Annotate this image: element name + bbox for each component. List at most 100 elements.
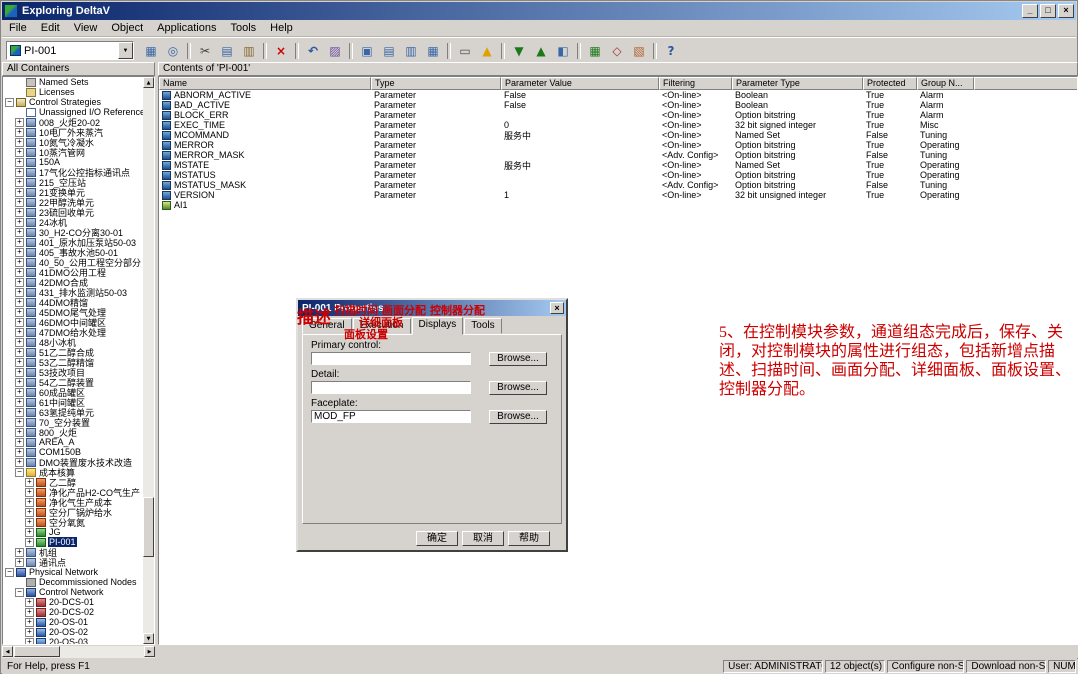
menu-object[interactable]: Object	[104, 21, 150, 35]
table-row[interactable]: MERRORParameter<On-line>Option bitstring…	[159, 140, 1077, 150]
tree-expander-icon[interactable]: +	[15, 558, 24, 567]
tree-item[interactable]: +20-OS-03	[3, 637, 143, 644]
scrollbar-thumb[interactable]	[143, 497, 154, 557]
tree-item[interactable]: +机组	[3, 547, 143, 557]
ok-button[interactable]: 确定	[416, 531, 458, 546]
tree-item[interactable]: Decommissioned Nodes	[3, 577, 143, 587]
tree-expander-icon[interactable]: +	[15, 238, 24, 247]
tree-expander-icon[interactable]: +	[15, 128, 24, 137]
tree-vertical-scrollbar[interactable]: ▲ ▼	[143, 77, 154, 644]
tree-expander-icon[interactable]: +	[25, 628, 34, 637]
scroll-up-icon[interactable]: ▲	[143, 77, 154, 88]
menu-help[interactable]: Help	[263, 21, 300, 35]
tree-expander-icon[interactable]: +	[15, 168, 24, 177]
tree-item[interactable]: +JG	[3, 527, 143, 537]
tree-expander-icon[interactable]: +	[15, 188, 24, 197]
field-input-faceplate[interactable]	[311, 410, 471, 423]
scroll-down-icon[interactable]: ▼	[143, 633, 154, 644]
column-header-type[interactable]: Type	[371, 77, 501, 90]
tree-expander-icon[interactable]: +	[15, 208, 24, 217]
tree-expander-icon[interactable]: +	[15, 388, 24, 397]
assign-icon[interactable]: ◧	[553, 42, 573, 60]
table-row[interactable]: MSTATUSParameter<On-line>Option bitstrin…	[159, 170, 1077, 180]
scrollbar-thumb[interactable]	[14, 646, 60, 657]
table-row[interactable]: VERSIONParameter1<On-line>32 bit unsigne…	[159, 190, 1077, 200]
tree-expander-icon[interactable]: +	[25, 498, 34, 507]
cancel-button[interactable]: 取消	[462, 531, 504, 546]
menu-file[interactable]: File	[2, 21, 34, 35]
delete-icon[interactable]: ×	[271, 42, 291, 60]
tree-item[interactable]: +23硫回收单元	[3, 207, 143, 217]
browse-button[interactable]: Browse...	[489, 381, 547, 395]
table-row[interactable]: MCOMMANDParameter服务中<On-line>Named SetFa…	[159, 130, 1077, 140]
tree-item[interactable]: +通讯点	[3, 557, 143, 567]
tree-expander-icon[interactable]: +	[15, 178, 24, 187]
tree-expander-icon[interactable]: +	[25, 598, 34, 607]
tree-expander-icon[interactable]: +	[15, 418, 24, 427]
column-header-parameter-type[interactable]: Parameter Type	[732, 77, 863, 90]
cut-icon[interactable]: ✂	[195, 42, 215, 60]
alarm-icon[interactable]: ▲	[477, 42, 497, 60]
column-header-filtering[interactable]: Filtering	[659, 77, 732, 90]
details-view-icon[interactable]: ▦	[423, 42, 443, 60]
tree-expander-icon[interactable]: +	[15, 348, 24, 357]
table-row[interactable]: BLOCK_ERRParameter<On-line>Option bitstr…	[159, 110, 1077, 120]
maximize-button[interactable]: □	[1040, 4, 1056, 18]
table-row[interactable]: AI1	[159, 200, 1077, 210]
tree-expander-icon[interactable]: +	[15, 278, 24, 287]
tree-expander-icon[interactable]: +	[15, 118, 24, 127]
explore-icon[interactable]: ▦	[141, 42, 161, 60]
tree-expander-icon[interactable]: −	[15, 468, 24, 477]
tree-item[interactable]: +10蒸汽管网	[3, 147, 143, 157]
tree-expander-icon[interactable]: +	[25, 488, 34, 497]
tree-item[interactable]: +PI-001	[3, 537, 143, 547]
grid-icon[interactable]: ▦	[585, 42, 605, 60]
tree-expander-icon[interactable]: +	[15, 268, 24, 277]
field-input-detail[interactable]	[311, 381, 471, 394]
tree-item[interactable]: Named Sets	[3, 77, 143, 87]
table-row[interactable]: BAD_ACTIVEParameterFalse<On-line>Boolean…	[159, 100, 1077, 110]
tree-expander-icon[interactable]: +	[15, 448, 24, 457]
tree-horizontal-scrollbar[interactable]: ◀ ▶	[2, 646, 155, 658]
tab-tools[interactable]: Tools	[464, 318, 501, 334]
table-row[interactable]: ABNORM_ACTIVEParameterFalse<On-line>Bool…	[159, 90, 1077, 100]
small-icons-icon[interactable]: ▤	[379, 42, 399, 60]
properties-icon[interactable]: ▨	[325, 42, 345, 60]
tree-item[interactable]: +20-DCS-02	[3, 607, 143, 617]
tree-expander-icon[interactable]: +	[15, 228, 24, 237]
tree-item[interactable]: Licenses	[3, 87, 143, 97]
tree-item[interactable]: −Control Strategies	[3, 97, 143, 107]
tree-item[interactable]: +AREA_A	[3, 437, 143, 447]
tree-expander-icon[interactable]: +	[25, 618, 34, 627]
combobox-dropdown-icon[interactable]: ▼	[118, 42, 133, 59]
tree-item[interactable]: +20-OS-02	[3, 627, 143, 637]
tree-item[interactable]: −Control Network	[3, 587, 143, 597]
tree-expander-icon[interactable]: +	[15, 248, 24, 257]
tree-expander-icon[interactable]: +	[25, 518, 34, 527]
field-input-primary-control[interactable]	[311, 352, 471, 365]
module-combobox[interactable]: PI-001 ▼	[6, 41, 134, 60]
column-header-name[interactable]: Name	[159, 77, 371, 90]
tree-item[interactable]: +空分氧氮	[3, 517, 143, 527]
tree-expander-icon[interactable]: +	[15, 308, 24, 317]
tab-displays[interactable]: Displays	[412, 317, 464, 335]
scroll-right-icon[interactable]: ▶	[144, 646, 155, 657]
tree-expander-icon[interactable]: +	[15, 288, 24, 297]
print-icon[interactable]: ▭	[455, 42, 475, 60]
tree-expander-icon[interactable]: +	[15, 398, 24, 407]
tree-expander-icon[interactable]: +	[15, 428, 24, 437]
tree-expander-icon[interactable]: +	[15, 148, 24, 157]
tree-expander-icon[interactable]: +	[15, 258, 24, 267]
menu-edit[interactable]: Edit	[34, 21, 67, 35]
tree-expander-icon[interactable]: +	[25, 508, 34, 517]
scroll-left-icon[interactable]: ◀	[2, 646, 13, 657]
table-row[interactable]: MSTATUS_MASKParameter<Adv. Config>Option…	[159, 180, 1077, 190]
tree-expander-icon[interactable]: +	[15, 458, 24, 467]
paste-icon[interactable]: ▥	[239, 42, 259, 60]
tree-item[interactable]: +800_火炬	[3, 427, 143, 437]
tree-expander-icon[interactable]: +	[15, 408, 24, 417]
tree-item[interactable]: +20-DCS-01	[3, 597, 143, 607]
tree-expander-icon[interactable]: +	[15, 318, 24, 327]
close-button[interactable]: ×	[1058, 4, 1074, 18]
menu-tools[interactable]: Tools	[223, 21, 263, 35]
